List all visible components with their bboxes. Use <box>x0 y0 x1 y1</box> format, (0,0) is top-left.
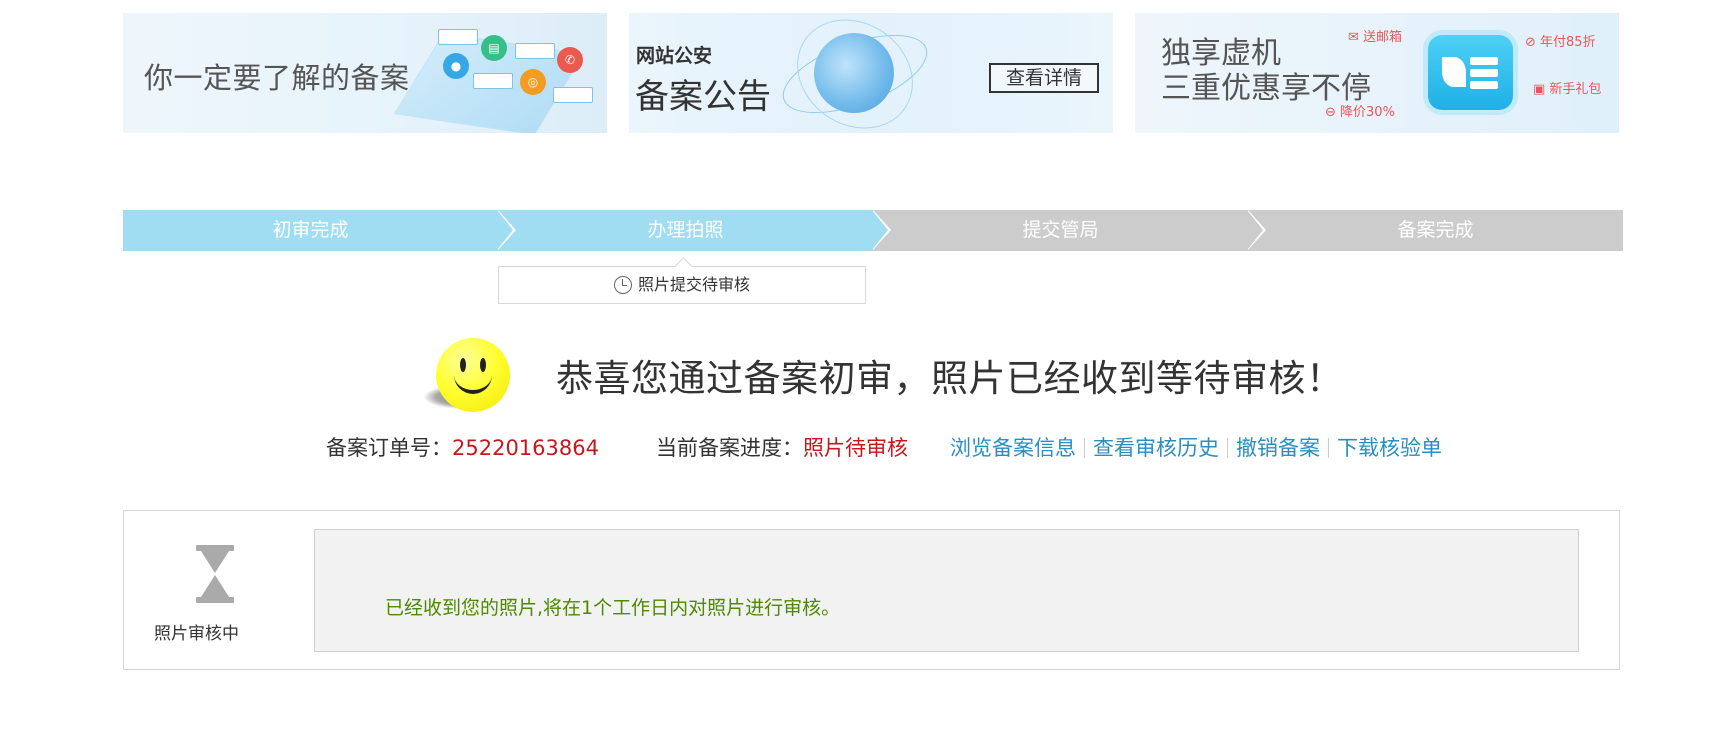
step-arrow <box>1247 210 1263 250</box>
banner-title: 你一定要了解的备案 <box>144 61 410 95</box>
review-status-panel: 照片审核中 已经收到您的照片,将在1个工作日内对照片进行审核。 <box>123 510 1620 670</box>
review-status-label: 照片审核中 <box>154 624 239 644</box>
server-icon <box>1428 35 1513 110</box>
download-verification-form-link[interactable]: 下载核验单 <box>1337 436 1442 460</box>
substatus-text: 照片提交待审核 <box>637 275 750 294</box>
progress-label: 当前备案进度： <box>656 436 803 460</box>
view-filing-info-link[interactable]: 浏览备案信息 <box>950 436 1076 460</box>
hourglass-icon <box>196 545 234 603</box>
filing-progress: 当前备案进度：照片待审核 <box>656 432 908 462</box>
smiley-mouth <box>454 368 492 394</box>
step-arrow <box>497 210 513 250</box>
step-submit-bureau: 提交管局 <box>873 210 1266 251</box>
tag-decoration <box>473 73 513 89</box>
progress-steps: 初审完成 办理拍照 提交管局 备案完成 <box>123 210 1623 251</box>
review-message: 已经收到您的照片,将在1个工作日内对照片进行审核。 <box>385 597 841 619</box>
page-headline: 恭喜您通过备案初审，照片已经收到等待审核！ <box>556 357 1344 400</box>
step-initial-review: 初审完成 <box>123 210 516 251</box>
clock-icon <box>613 276 632 294</box>
order-number: 备案订单号：25220163864 <box>326 432 599 462</box>
action-links: 浏览备案信息 查看审核历史 撤销备案 下载核验单 <box>950 432 1442 462</box>
step-photo: 办理拍照 <box>498 210 891 251</box>
cancel-filing-link[interactable]: 撤销备案 <box>1236 436 1320 460</box>
leaf-icon <box>1442 57 1466 87</box>
banner-filing-guide[interactable]: ● ▤ ◎ ✆ 你一定要了解的备案 <box>123 13 607 133</box>
hourglass-top <box>201 551 229 573</box>
order-number-label: 备案订单号： <box>326 436 452 460</box>
step-arrow <box>872 210 888 250</box>
link-separator <box>1084 438 1085 458</box>
promo-annual-discount: ⊘ 年付85折 <box>1525 35 1596 50</box>
hourglass-bottom <box>201 575 229 597</box>
step-label: 提交管局 <box>1022 219 1099 241</box>
globe-icon <box>814 33 894 113</box>
hourglass-cap <box>196 597 234 603</box>
pointer-notch <box>674 257 693 276</box>
server-bar <box>1470 81 1498 89</box>
phone-icon: ✆ <box>557 47 583 73</box>
progress-value: 照片待审核 <box>803 436 908 460</box>
camera-icon: ◎ <box>520 69 546 95</box>
step-label: 初审完成 <box>272 219 349 241</box>
message-box: 已经收到您的照片,将在1个工作日内对照片进行审核。 <box>314 529 1579 652</box>
link-separator <box>1328 438 1329 458</box>
promo-price-cut: ⊖ 降价30% <box>1325 105 1395 120</box>
tag-decoration <box>515 43 555 59</box>
view-review-history-link[interactable]: 查看审核历史 <box>1093 436 1219 460</box>
banner-subtitle: 网站公安 <box>636 45 713 67</box>
banner-police-notice[interactable]: 网站公安 备案公告 查看详情 <box>629 13 1113 133</box>
tag-decoration <box>553 87 593 103</box>
substatus-box: 照片提交待审核 <box>498 257 866 304</box>
banner-vhost-promo[interactable]: 独享虚机 三重优惠享不停 ✉ 送邮箱 ⊘ 年付85折 ▣ 新手礼包 ⊖ 降价30… <box>1135 13 1619 133</box>
server-bar <box>1470 69 1498 77</box>
link-separator <box>1227 438 1228 458</box>
document-icon: ▤ <box>481 35 507 61</box>
banner-title: 备案公告 <box>635 77 771 117</box>
step-complete: 备案完成 <box>1248 210 1623 251</box>
server-bar <box>1470 57 1498 65</box>
promo-mailbox: ✉ 送邮箱 <box>1348 30 1403 45</box>
user-icon: ● <box>443 53 469 79</box>
step-label: 备案完成 <box>1397 219 1474 241</box>
view-details-button[interactable]: 查看详情 <box>989 63 1099 93</box>
smiley-icon <box>420 335 520 415</box>
step-label: 办理拍照 <box>647 219 724 241</box>
promo-gift-pack: ▣ 新手礼包 <box>1533 82 1602 97</box>
tag-decoration <box>438 29 478 45</box>
smiley-face <box>436 338 510 412</box>
order-number-value: 25220163864 <box>452 436 599 460</box>
